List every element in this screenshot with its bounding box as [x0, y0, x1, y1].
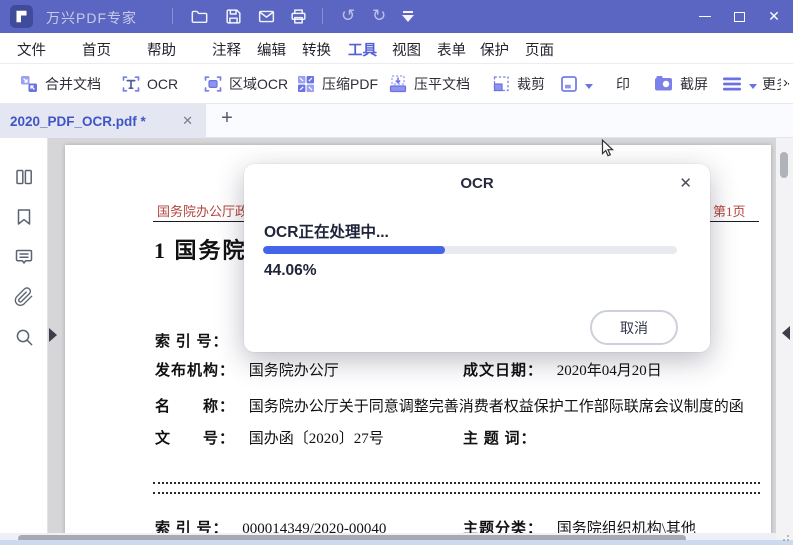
- tool-compress-pdf[interactable]: 压缩PDF: [295, 64, 378, 104]
- app-window: 万兴PDF专家 ↺ ↻ ✕ 文件 首页 帮助 注释 编辑 转换 工具 视图 表单…: [0, 0, 793, 545]
- dialog-title: OCR: [460, 175, 494, 192]
- titlebar-separator: [322, 8, 323, 24]
- crop-icon: [493, 76, 509, 92]
- doc-date-value: 2020年04月20日: [556, 363, 662, 379]
- attachment-icon[interactable]: [13, 286, 35, 308]
- doc-field-row: 文 号： 国办函〔2020〕27号: [155, 427, 384, 448]
- doc-subject-label: 主 题 词：: [463, 431, 537, 447]
- screenshot-icon: [655, 76, 672, 91]
- doc-name-label: 名 称：: [155, 399, 236, 415]
- redo-icon[interactable]: ↻: [372, 4, 386, 28]
- cancel-button[interactable]: 取消: [590, 310, 678, 345]
- doc-issuer-value: 国务院办公厅: [248, 363, 339, 379]
- left-sidebar: [0, 138, 48, 545]
- print-icon[interactable]: [289, 7, 308, 26]
- doc-index-label: 索 引 号：: [155, 334, 229, 350]
- menu-view[interactable]: 视图: [392, 39, 421, 60]
- menubar: 文件 首页 帮助 注释 编辑 转换 工具 视图 表单 保护 页面: [0, 33, 793, 67]
- tool-area-ocr[interactable]: 区域OCR: [202, 64, 288, 104]
- vertical-scrollbar[interactable]: [776, 138, 793, 545]
- tab-title: 2020_PDF_OCR.pdf *: [10, 113, 146, 129]
- doc-number-label: 文 号：: [155, 431, 236, 447]
- maximize-button[interactable]: [722, 0, 756, 33]
- doc-dotted-divider: [153, 492, 760, 494]
- progress-percent: 44.06%: [264, 262, 317, 279]
- compress-icon: [298, 76, 314, 92]
- menu-protect[interactable]: 保护: [480, 39, 509, 60]
- progress-bar: [263, 246, 677, 254]
- document-tab[interactable]: 2020_PDF_OCR.pdf * ✕: [0, 104, 206, 138]
- vertical-scrollbar-thumb[interactable]: [780, 152, 788, 178]
- menu-edit[interactable]: 编辑: [257, 39, 286, 60]
- watermark-icon: [561, 76, 577, 92]
- menu-home[interactable]: 首页: [82, 39, 111, 60]
- menu-form[interactable]: 表单: [437, 39, 466, 60]
- doc-header-left: 国务院办公厅政: [157, 204, 249, 219]
- resize-grip[interactable]: [780, 534, 790, 544]
- tool-flatten-pdf[interactable]: 压平文档: [387, 64, 470, 104]
- hamburger-icon: [723, 77, 741, 91]
- progress-bar-fill: [263, 246, 446, 254]
- close-button[interactable]: ✕: [757, 0, 791, 33]
- doc-header-page-number: 第1页: [713, 204, 746, 219]
- ocr-dialog: OCR ✕ OCR正在处理中... 44.06% 取消: [244, 164, 710, 352]
- open-file-icon[interactable]: [190, 7, 209, 26]
- menu-convert[interactable]: 转换: [302, 39, 331, 60]
- toolbar: 合并文档 OCR 区域OCR 压缩PDF 压平文档 裁剪 印 截屏 更多 ›: [0, 64, 793, 157]
- menu-file[interactable]: 文件: [17, 39, 46, 60]
- new-tab-button[interactable]: +: [214, 107, 240, 130]
- dialog-close-icon[interactable]: ✕: [675, 172, 696, 194]
- save-icon[interactable]: [224, 7, 243, 26]
- tool-menu-more[interactable]: 更多: [720, 64, 790, 104]
- merge-icon: [21, 76, 37, 92]
- undo-icon[interactable]: ↺: [341, 4, 355, 28]
- bottom-strip: [0, 540, 793, 545]
- titlebar-separator: [172, 8, 173, 24]
- tab-close-icon[interactable]: ✕: [179, 113, 196, 129]
- tool-crop[interactable]: 裁剪: [490, 64, 545, 104]
- tool-watermark[interactable]: 印: [558, 64, 630, 104]
- chevron-down-icon: [749, 83, 757, 93]
- ocr-icon: [122, 76, 140, 92]
- menu-comment[interactable]: 注释: [212, 39, 241, 60]
- doc-dotted-divider: [153, 482, 760, 484]
- menu-tools[interactable]: 工具: [348, 39, 377, 67]
- doc-field-row: 发布机构： 国务院办公厅: [155, 359, 339, 380]
- sidebar-expand-handle[interactable]: [49, 328, 64, 342]
- flatten-icon: [389, 75, 407, 93]
- tool-screenshot[interactable]: 截屏: [652, 64, 708, 104]
- doc-field-row: 索 引 号：: [155, 330, 229, 351]
- tool-merge-documents[interactable]: 合并文档: [18, 64, 101, 104]
- collapse-toolbar-icon[interactable]: [402, 11, 414, 22]
- doc-field-row: 名 称： 国务院办公厅关于同意调整完善消费者权益保护工作部际联席会议制度的函: [155, 395, 744, 416]
- menu-help[interactable]: 帮助: [147, 39, 176, 60]
- menu-page[interactable]: 页面: [525, 39, 554, 60]
- app-title: 万兴PDF专家: [46, 10, 137, 26]
- app-logo-icon: [10, 5, 33, 28]
- email-icon[interactable]: [257, 7, 276, 26]
- doc-heading: 1 国务院: [154, 238, 247, 263]
- tabbar: 2020_PDF_OCR.pdf * ✕ +: [0, 104, 793, 138]
- mouse-cursor-icon: [601, 138, 616, 159]
- doc-name-value: 国务院办公厅关于同意调整完善消费者权益保护工作部际联席会议制度的函: [248, 399, 744, 415]
- minimize-button[interactable]: [688, 0, 722, 33]
- tool-ocr[interactable]: OCR: [120, 64, 178, 104]
- ocr-status-text: OCR正在处理中...: [264, 224, 389, 241]
- comment-icon[interactable]: [13, 246, 35, 268]
- doc-field-row: 成文日期： 2020年04月20日: [463, 359, 662, 380]
- doc-date-label: 成文日期：: [463, 363, 544, 379]
- chevron-down-icon: [585, 83, 593, 93]
- doc-field-row: 主 题 词：: [463, 427, 537, 448]
- doc-issuer-label: 发布机构：: [155, 363, 236, 379]
- titlebar: 万兴PDF专家 ↺ ↻ ✕: [0, 0, 793, 33]
- bookmark-icon[interactable]: [13, 206, 35, 228]
- doc-number-value: 国办函〔2020〕27号: [248, 431, 384, 447]
- thumbnails-icon[interactable]: [13, 166, 35, 188]
- toolbar-overflow-chevron[interactable]: ›: [781, 74, 788, 91]
- area-ocr-icon: [204, 76, 222, 92]
- search-icon[interactable]: [13, 326, 35, 348]
- right-panel-expand-handle[interactable]: [775, 326, 790, 340]
